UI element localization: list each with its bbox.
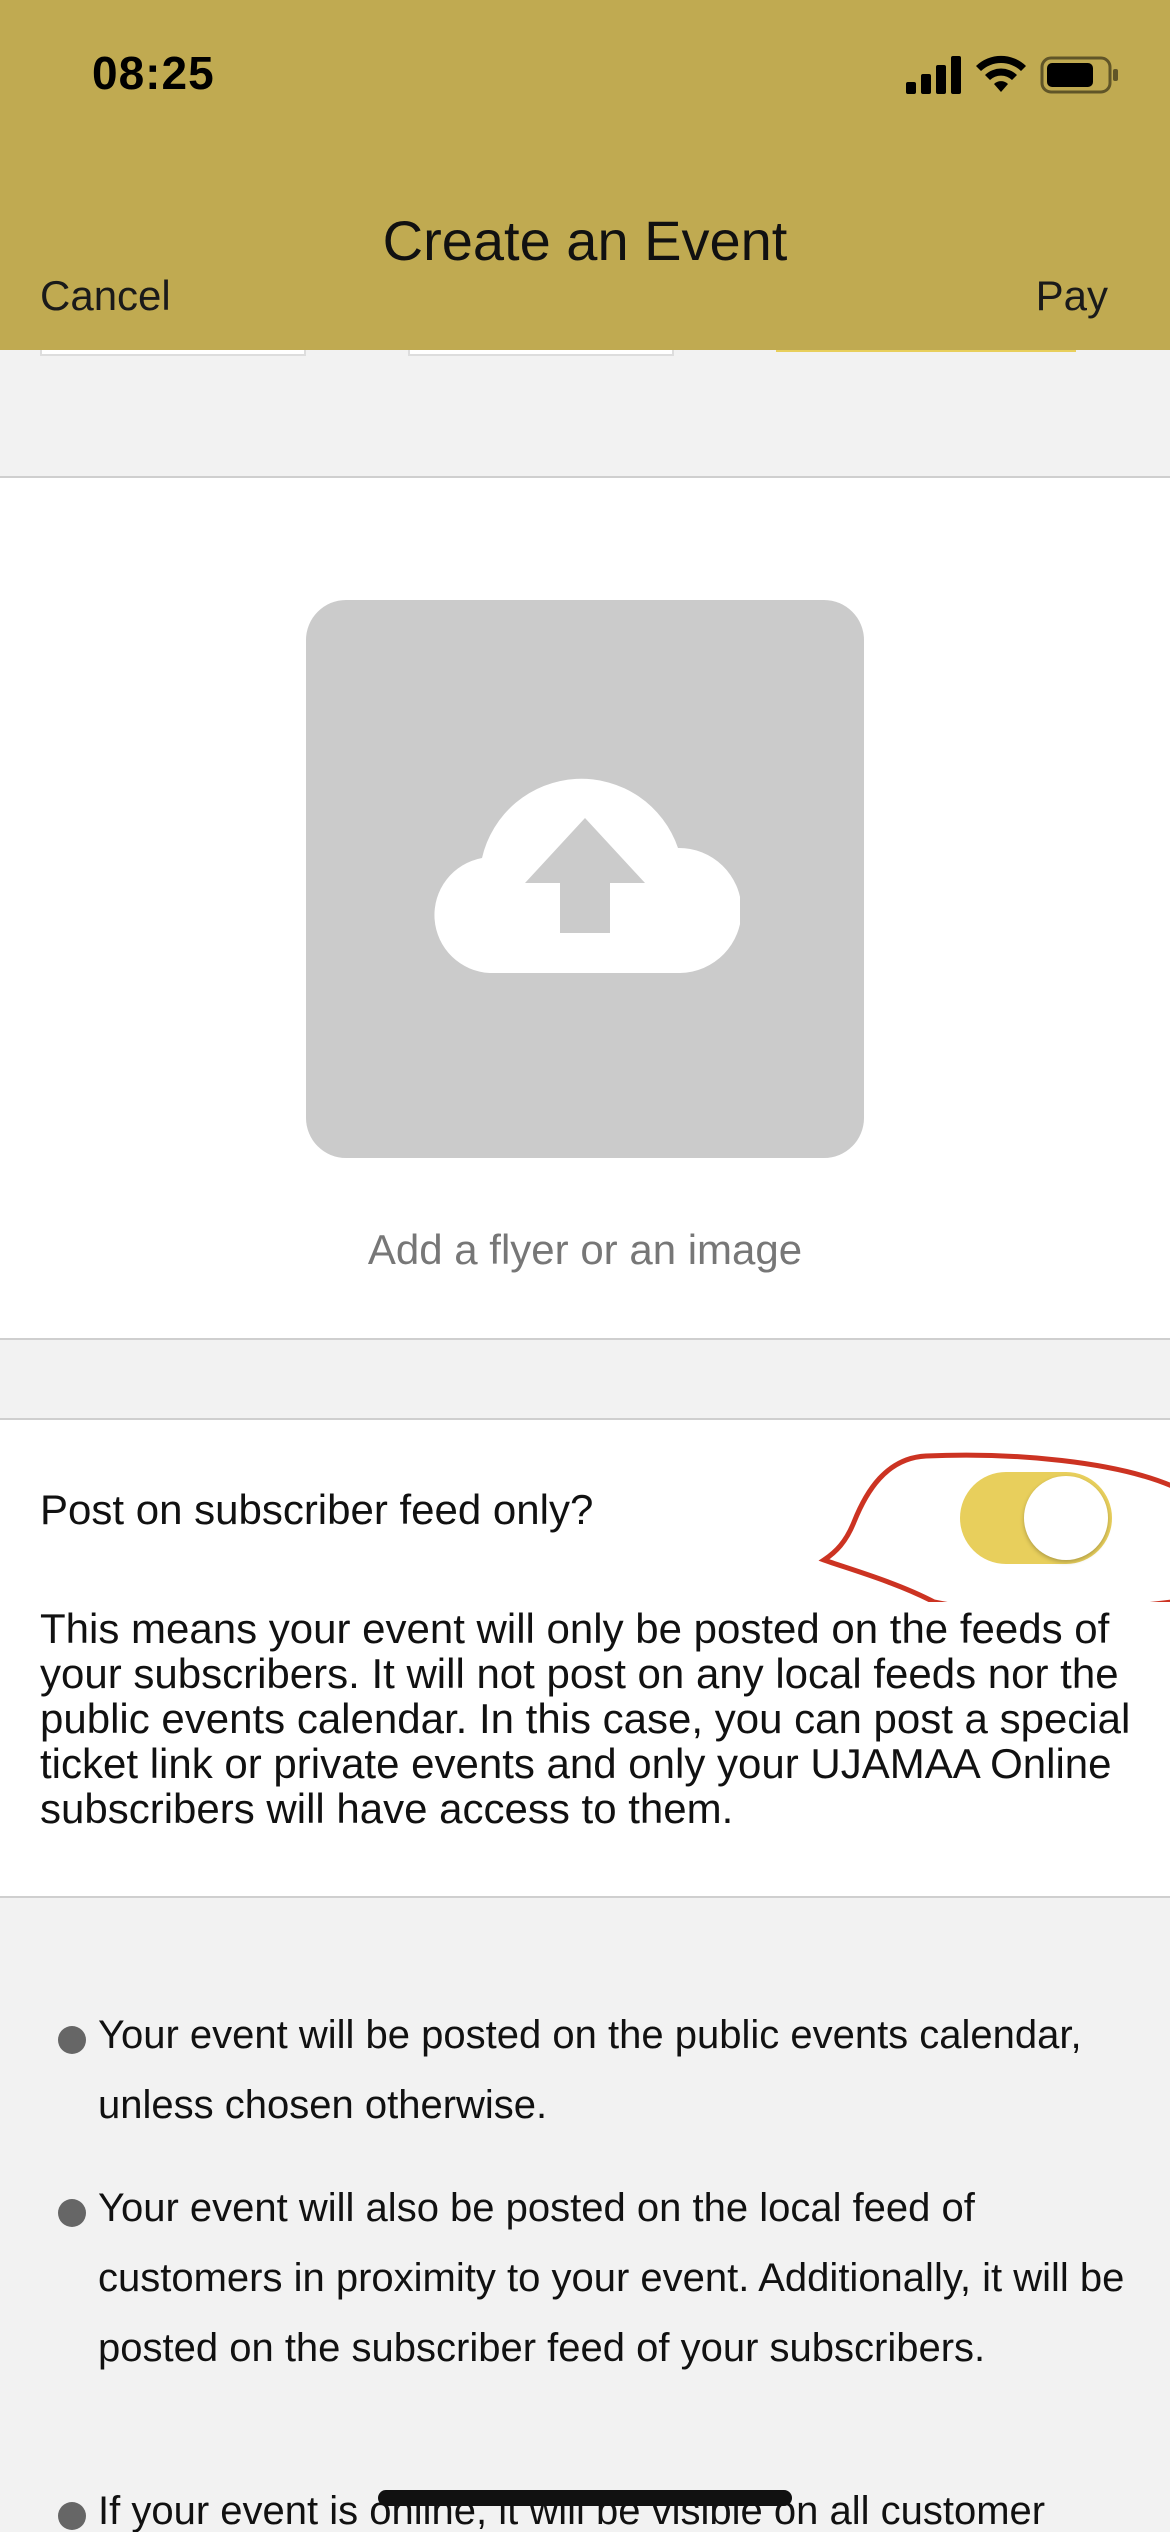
toggle-knob xyxy=(1024,1476,1108,1560)
list-item-text: Your event will also be posted on the lo… xyxy=(98,2186,1125,2370)
header-bar: 08:25 Create an Event Cancel Pay xyxy=(0,0,1170,350)
subscriber-feed-label: Post on subscriber feed only? xyxy=(40,1486,594,1533)
home-indicator[interactable] xyxy=(378,2490,792,2506)
page-title: Create an Event xyxy=(382,209,788,272)
signal-icon xyxy=(906,56,961,94)
cloud-upload-icon xyxy=(434,778,740,973)
subscriber-feed-toggle[interactable] xyxy=(960,1472,1112,1564)
bullet-icon xyxy=(58,2026,86,2054)
pay-button[interactable]: Pay xyxy=(1036,272,1108,320)
flyer-upload-section: Add a flyer or an image xyxy=(0,476,1170,1340)
bullet-icon xyxy=(58,2502,86,2530)
battery-icon xyxy=(1040,56,1118,94)
bullet-icon xyxy=(58,2199,86,2227)
subscriber-feed-section: Post on subscriber feed only? This means… xyxy=(0,1418,1170,1898)
subscriber-feed-description: This means your event will only be poste… xyxy=(40,1605,1131,1832)
cancel-button[interactable]: Cancel xyxy=(40,272,171,320)
list-item-text: Your event will be posted on the public … xyxy=(98,2013,1082,2127)
upload-caption: Add a flyer or an image xyxy=(367,1226,803,1273)
flyer-upload-button[interactable] xyxy=(306,600,864,1158)
wifi-icon xyxy=(976,55,1026,92)
status-time: 08:25 xyxy=(92,47,215,99)
